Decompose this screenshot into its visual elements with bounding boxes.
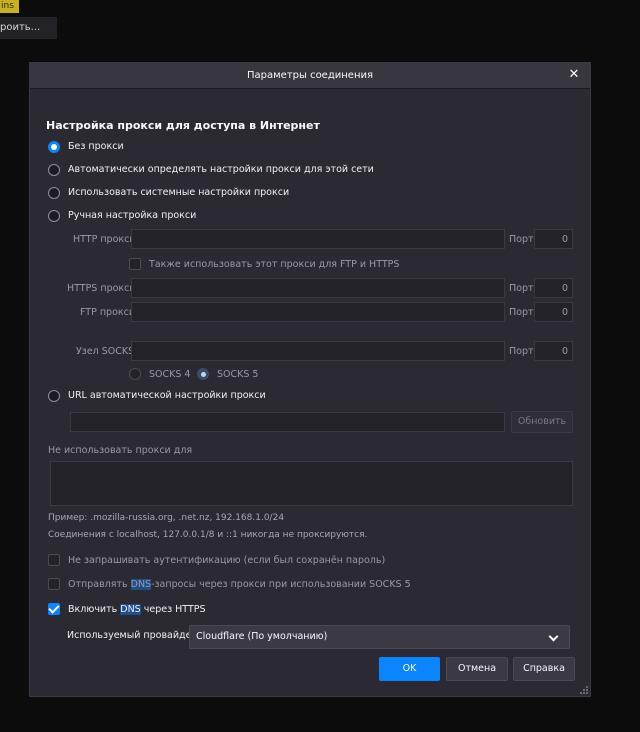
dns-socks-checkbox[interactable] bbox=[48, 578, 60, 590]
close-icon[interactable]: ✕ bbox=[566, 66, 582, 84]
http-proxy-input[interactable] bbox=[131, 229, 505, 249]
https-proxy-input[interactable] bbox=[131, 278, 505, 298]
radio-auto-url[interactable] bbox=[48, 390, 60, 402]
provider-select[interactable]: Cloudflare (По умолчанию) bbox=[189, 625, 570, 649]
radio-auto-detect-label: Автоматически определять настройки прокс… bbox=[68, 164, 374, 175]
no-auth-prompt-label: Не запрашивать аутентификацию (если был … bbox=[68, 555, 386, 566]
ftp-proxy-label: FTP прокси bbox=[80, 307, 136, 318]
background-menu-item[interactable]: роить... bbox=[0, 17, 57, 39]
resize-grip-icon[interactable] bbox=[580, 686, 588, 694]
socks-port-input[interactable] bbox=[534, 341, 573, 361]
cancel-button[interactable]: Отмена bbox=[446, 657, 508, 681]
ftp-port-input[interactable] bbox=[534, 302, 573, 322]
reload-button[interactable]: Обновить bbox=[511, 411, 573, 433]
dns-highlight: DNS bbox=[130, 579, 152, 590]
radio-socks4-label: SOCKS 4 bbox=[149, 369, 191, 380]
ftp-proxy-input[interactable] bbox=[131, 302, 505, 322]
radio-no-proxy-label: Без прокси bbox=[68, 141, 124, 152]
proxy-heading: Настройка прокси для доступа в Интернет bbox=[46, 119, 320, 132]
no-proxy-example: Пример: .mozilla-russia.org, .net.nz, 19… bbox=[48, 513, 285, 523]
no-proxy-for-label: Не использовать прокси для bbox=[48, 445, 193, 456]
also-use-proxy-label: Также использовать этот прокси для FTP и… bbox=[149, 259, 400, 270]
localhost-note: Соединения с localhost, 127.0.0.1/8 и ::… bbox=[48, 530, 368, 540]
radio-socks5[interactable] bbox=[197, 368, 209, 380]
doh-label: Включить DNS через HTTPS bbox=[68, 604, 206, 615]
socks-host-input[interactable] bbox=[131, 341, 505, 361]
https-port-input[interactable] bbox=[534, 278, 573, 298]
auto-url-input[interactable] bbox=[70, 412, 505, 432]
connection-settings-dialog: Параметры соединения ✕ Настройка прокси … bbox=[29, 62, 591, 697]
no-auth-prompt-checkbox[interactable] bbox=[48, 554, 60, 566]
ftp-port-label: Порт bbox=[509, 307, 534, 318]
radio-no-proxy[interactable] bbox=[48, 141, 60, 153]
http-proxy-label: HTTP прокси bbox=[73, 234, 136, 245]
http-port-input[interactable] bbox=[534, 229, 573, 249]
radio-system-proxy[interactable] bbox=[48, 187, 60, 199]
provider-label: Используемый провайдер bbox=[67, 630, 198, 641]
http-port-label: Порт bbox=[509, 234, 534, 245]
no-proxy-for-textarea[interactable] bbox=[50, 461, 573, 506]
chevron-down-icon bbox=[548, 631, 559, 642]
socks-host-label: Узел SOCKS bbox=[76, 346, 135, 357]
https-port-label: Порт bbox=[509, 283, 534, 294]
radio-socks4[interactable] bbox=[129, 368, 141, 380]
radio-manual-proxy-label: Ручная настройка прокси bbox=[68, 210, 197, 221]
background-tag: ins bbox=[0, 0, 19, 13]
doh-checkbox[interactable] bbox=[48, 603, 60, 615]
dialog-title: Параметры соединения bbox=[247, 70, 373, 81]
socks-port-label: Порт bbox=[509, 346, 534, 357]
radio-manual-proxy[interactable] bbox=[48, 210, 60, 222]
help-button[interactable]: Справка bbox=[513, 657, 575, 681]
radio-socks5-label: SOCKS 5 bbox=[217, 369, 259, 380]
dns-highlight-doh: DNS bbox=[120, 604, 141, 615]
dialog-titlebar[interactable]: Параметры соединения ✕ bbox=[30, 63, 590, 89]
radio-auto-url-label: URL автоматической настройки прокси bbox=[68, 390, 266, 401]
https-proxy-label: HTTPS прокси bbox=[67, 283, 136, 294]
radio-auto-detect[interactable] bbox=[48, 164, 60, 176]
dns-socks-label: Отправлять DNS-запросы через прокси при … bbox=[68, 579, 411, 590]
provider-selected-value: Cloudflare (По умолчанию) bbox=[196, 631, 328, 642]
radio-system-proxy-label: Использовать системные настройки прокси bbox=[68, 187, 290, 198]
ok-button[interactable]: OK bbox=[379, 657, 440, 681]
also-use-proxy-checkbox[interactable] bbox=[129, 258, 141, 270]
